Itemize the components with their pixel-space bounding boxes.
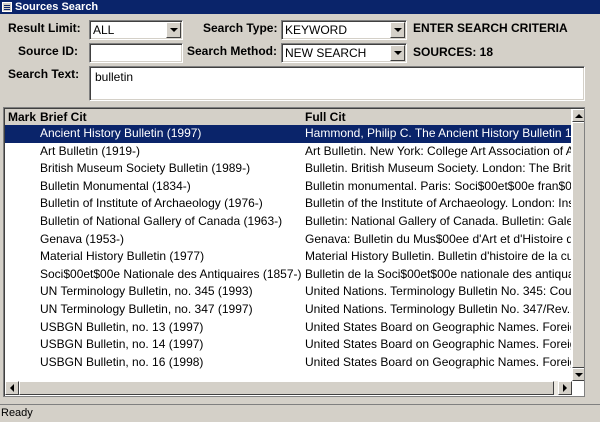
brief-cit-cell: UN Terminology Bulletin, no. 345 (1993) [40, 284, 253, 299]
horizontal-scrollbar[interactable] [5, 381, 572, 395]
full-cit-cell: Bulletin: National Gallery of Canada. Bu… [305, 213, 571, 228]
table-row[interactable]: Art Bulletin (1919-) Art Bulletin. New Yo… [5, 143, 571, 161]
brief-cit-cell: USBGN Bulletin, no. 13 (1997) [40, 319, 204, 334]
arrow-up-icon [574, 113, 583, 118]
grid-rows: Ancient History Bulletin (1997) Hammond, … [5, 125, 571, 381]
full-cit-cell: United Nations. Terminology Bulletin No.… [305, 301, 571, 316]
brief-cit-cell: Genava (1953-) [40, 231, 125, 246]
search-method-label: Search Method: [187, 44, 278, 58]
arrow-right-icon [563, 384, 567, 392]
full-cit-cell: United States Board on Geographic Names.… [305, 337, 571, 352]
scroll-right-button[interactable] [558, 381, 572, 395]
result-limit-select[interactable]: ALL [89, 20, 183, 40]
arrow-left-icon [10, 384, 14, 392]
source-id-label: Source ID: [18, 44, 79, 58]
full-cit-cell: Bulletin of the Institute of Archaeology… [305, 196, 571, 211]
result-limit-dropdown-button[interactable] [166, 22, 181, 38]
full-cit-cell: Hammond, Philip C. The Ancient History B… [305, 126, 571, 140]
table-row[interactable]: UN Terminology Bulletin, no. 347 (1997) U… [5, 301, 571, 319]
scroll-up-button[interactable] [572, 109, 584, 122]
brief-cit-cell: Bulletin of Institute of Archaeology (19… [40, 196, 263, 211]
vertical-scroll-thumb[interactable] [572, 122, 584, 368]
column-header-full-cit[interactable]: Full Cit [305, 110, 346, 124]
search-type-select[interactable]: KEYWORD [281, 20, 407, 40]
table-row[interactable]: USBGN Bulletin, no. 14 (1997) United Stat… [5, 336, 571, 354]
table-row[interactable]: USBGN Bulletin, no. 16 (1998) United Stat… [5, 354, 571, 372]
full-cit-cell: Genava: Bulletin du Mus$00ee d'Art et d'… [305, 231, 571, 246]
search-method-dropdown-button[interactable] [390, 45, 405, 61]
title-bar: Sources Search [0, 0, 600, 14]
result-limit-label: Result Limit: [8, 21, 81, 35]
table-row[interactable]: UN Terminology Bulletin, no. 345 (1993) U… [5, 283, 571, 301]
table-row[interactable]: USBGN Bulletin, no. 13 (1997) United Stat… [5, 319, 571, 337]
full-cit-cell: United States Board on Geographic Names.… [305, 354, 571, 369]
full-cit-cell: Bulletin. British Museum Society. London… [305, 161, 571, 176]
search-type-dropdown-button[interactable] [390, 22, 405, 38]
search-text-label: Search Text: [8, 67, 80, 81]
grid-header: Mark Brief Cit Full Cit [5, 109, 571, 125]
chevron-down-icon [393, 28, 402, 32]
search-method-value: NEW SEARCH [285, 46, 367, 60]
source-id-input[interactable] [89, 43, 183, 63]
full-cit-cell: Bulletin de la Soci$00et$00e nationale d… [305, 266, 571, 281]
chevron-down-icon [169, 28, 178, 32]
table-row[interactable]: Bulletin Monumental (1834-) Bulletin monu… [5, 178, 571, 196]
table-row[interactable]: Bulletin of Institute of Archaeology (19… [5, 195, 571, 213]
search-text-input[interactable]: bulletin [89, 66, 585, 101]
table-row[interactable]: Ancient History Bulletin (1997) Hammond, … [5, 125, 571, 143]
table-row[interactable]: Genava (1953-) Genava: Bulletin du Mus$00… [5, 231, 571, 249]
results-grid: Mark Brief Cit Full Cit Ancient History … [3, 107, 585, 397]
brief-cit-cell: Material History Bulletin (1977) [40, 249, 205, 264]
chevron-down-icon [393, 51, 402, 55]
search-method-select[interactable]: NEW SEARCH [281, 43, 407, 63]
brief-cit-cell: UN Terminology Bulletin, no. 347 (1997) [40, 301, 253, 316]
table-row[interactable]: Bulletin of National Gallery of Canada (… [5, 213, 571, 231]
table-row[interactable]: Material History Bulletin (1977) Material… [5, 248, 571, 266]
brief-cit-cell: Bulletin of National Gallery of Canada (… [40, 213, 283, 228]
full-cit-cell: Bulletin monumental. Paris: Soci$00et$00… [305, 178, 571, 193]
table-row[interactable]: Soci$00et$00e Nationale des Antiquaires … [5, 266, 571, 284]
vertical-scrollbar[interactable] [572, 109, 584, 381]
brief-cit-cell: Art Bulletin (1919-) [40, 143, 141, 158]
full-cit-cell: Art Bulletin. New York: College Art Asso… [305, 143, 571, 158]
status-bar: Ready [0, 404, 600, 422]
column-header-brief-cit[interactable]: Brief Cit [40, 110, 87, 124]
search-type-value: KEYWORD [285, 23, 348, 37]
status-text: Ready [1, 407, 33, 419]
brief-cit-cell: Bulletin Monumental (1834-) [40, 178, 191, 193]
column-header-mark[interactable]: Mark [8, 110, 36, 124]
brief-cit-cell: British Museum Society Bulletin (1989-) [40, 161, 251, 176]
table-row[interactable]: British Museum Society Bulletin (1989-) B… [5, 160, 571, 178]
arrow-down-icon [574, 372, 583, 377]
brief-cit-cell: Soci$00et$00e Nationale des Antiquaires … [40, 266, 302, 281]
window-title: Sources Search [15, 1, 99, 13]
full-cit-cell: United Nations. Terminology Bulletin No.… [305, 284, 571, 299]
horizontal-scroll-thumb[interactable] [19, 381, 554, 395]
scroll-left-button[interactable] [5, 381, 19, 395]
full-cit-cell: United States Board on Geographic Names.… [305, 319, 571, 334]
list-window-icon [2, 2, 12, 12]
sources-count: SOURCES: 18 [413, 45, 494, 59]
search-type-label: Search Type: [203, 21, 278, 35]
brief-cit-cell: USBGN Bulletin, no. 14 (1997) [40, 337, 204, 352]
criteria-message: ENTER SEARCH CRITERIA [413, 21, 568, 35]
brief-cit-cell: USBGN Bulletin, no. 16 (1998) [40, 354, 204, 369]
full-cit-cell: Material History Bulletin. Bulletin d'hi… [305, 249, 571, 264]
result-limit-value: ALL [93, 23, 115, 37]
brief-cit-cell: Ancient History Bulletin (1997) [40, 126, 202, 140]
scroll-down-button[interactable] [572, 368, 584, 381]
